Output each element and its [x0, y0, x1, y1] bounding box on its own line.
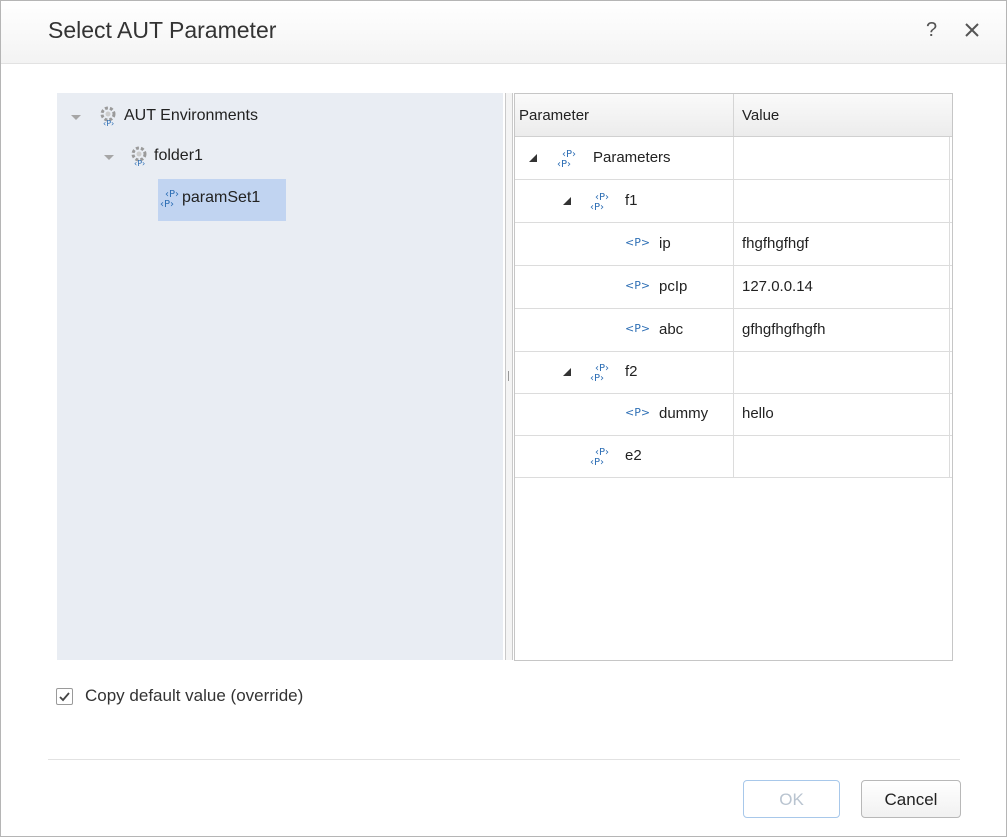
parameter-grid: Parameter Value ‹P› ‹P› Parameters ‹P› ‹… [514, 93, 953, 661]
parameter-value[interactable]: 127.0.0.14 [742, 278, 813, 295]
parameter-name: abc [659, 321, 684, 338]
param-icon: <P> [625, 406, 651, 419]
cell-divider [949, 435, 950, 477]
cell-divider [949, 180, 950, 222]
grid-row-pcip[interactable]: <P> pcIp 127.0.0.14 [515, 266, 952, 309]
parameter-name: Parameters [593, 149, 671, 166]
cell-divider [733, 393, 734, 435]
copy-default-checkbox[interactable] [56, 688, 73, 705]
expanded-triangle-icon[interactable] [562, 367, 572, 377]
cell-divider [733, 351, 734, 393]
grid-row-dummy[interactable]: <P> dummy hello [515, 393, 952, 436]
copy-default-label[interactable]: Copy default value (override) [85, 686, 303, 706]
parameter-name: dummy [659, 405, 709, 422]
svg-text:‹P›: ‹P› [134, 159, 145, 167]
grid-row-abc[interactable]: <P> abc gfhgfhgfhgfh [515, 309, 952, 352]
param-set-icon: ‹P› ‹P› [590, 447, 609, 467]
footer-divider [48, 759, 960, 760]
svg-text:‹P›: ‹P› [160, 199, 174, 209]
param-set-icon: ‹P› ‹P› [557, 149, 576, 169]
cell-divider [949, 309, 950, 351]
collapse-arrow-icon[interactable] [69, 110, 83, 124]
parameter-name: ip [659, 235, 671, 252]
parameter-name: f1 [625, 192, 638, 209]
cell-divider [949, 393, 950, 435]
parameter-value[interactable]: gfhgfhgfhgfh [742, 321, 825, 338]
cell-divider [733, 435, 734, 477]
dialog-title: Select AUT Parameter [48, 17, 277, 43]
cell-divider [949, 137, 950, 179]
expanded-triangle-icon[interactable] [562, 196, 572, 206]
cell-divider [733, 309, 734, 351]
cell-divider [733, 266, 734, 308]
tree-node-label: paramSet1 [182, 189, 261, 206]
cell-divider [949, 351, 950, 393]
param-set-icon: ‹P› ‹P› [160, 189, 179, 209]
panel-splitter[interactable] [505, 93, 513, 660]
gear-param-icon: ‹P› [131, 146, 147, 167]
grid-row-parameters[interactable]: ‹P› ‹P› Parameters [515, 137, 952, 180]
expanded-triangle-icon[interactable] [528, 153, 538, 163]
tree-node-folder1[interactable]: ‹P› folder1 [102, 143, 282, 171]
column-header-parameter[interactable]: Parameter [519, 107, 589, 124]
param-set-icon: ‹P› ‹P› [590, 192, 609, 212]
svg-text:‹P›: ‹P› [103, 119, 114, 127]
close-icon[interactable] [961, 17, 983, 41]
param-icon: <P> [625, 322, 651, 335]
parameter-name: f2 [625, 363, 638, 380]
column-header-value[interactable]: Value [742, 107, 779, 124]
collapse-arrow-icon[interactable] [102, 150, 116, 164]
dialog-titlebar: Select AUT Parameter ? [1, 1, 1006, 64]
select-aut-parameter-dialog: Select AUT Parameter ? ‹P› AUT Environme… [0, 0, 1007, 837]
gear-param-icon: ‹P› [100, 106, 116, 127]
column-divider[interactable] [733, 94, 734, 136]
grid-header: Parameter Value [515, 94, 952, 137]
svg-text:‹P›: ‹P› [590, 202, 604, 212]
cell-divider [733, 137, 734, 179]
parameter-value[interactable]: hello [742, 405, 774, 422]
grid-row-e2[interactable]: ‹P› ‹P› e2 [515, 435, 952, 478]
tree-node-paramset1[interactable]: ‹P› ‹P› paramSet1 [158, 185, 286, 213]
svg-text:‹P›: ‹P› [557, 159, 571, 169]
tree-node-label: folder1 [154, 147, 203, 164]
param-icon: <P> [625, 236, 651, 249]
splitter-grip-icon[interactable] [508, 371, 509, 381]
param-set-icon: ‹P› ‹P› [590, 363, 609, 383]
cell-divider [949, 266, 950, 308]
svg-text:‹P›: ‹P› [590, 373, 604, 383]
tree-node-label: AUT Environments [124, 107, 258, 124]
grid-row-f2[interactable]: ‹P› ‹P› f2 [515, 351, 952, 394]
help-button[interactable]: ? [926, 19, 937, 42]
cell-divider [949, 223, 950, 265]
cell-divider [733, 223, 734, 265]
svg-text:‹P›: ‹P› [590, 457, 604, 467]
parameter-name: e2 [625, 447, 642, 464]
parameter-name: pcIp [659, 278, 688, 295]
ok-button[interactable]: OK [743, 780, 840, 818]
param-icon: <P> [625, 279, 651, 292]
cell-divider [733, 180, 734, 222]
grid-row-f1[interactable]: ‹P› ‹P› f1 [515, 180, 952, 223]
parameter-value[interactable]: fhgfhgfhgf [742, 235, 809, 252]
cancel-button[interactable]: Cancel [861, 780, 961, 818]
tree-node-aut-environments[interactable]: ‹P› AUT Environments [69, 103, 309, 131]
grid-row-ip[interactable]: <P> ip fhgfhgfhgf [515, 223, 952, 266]
checkmark-icon [59, 692, 70, 702]
